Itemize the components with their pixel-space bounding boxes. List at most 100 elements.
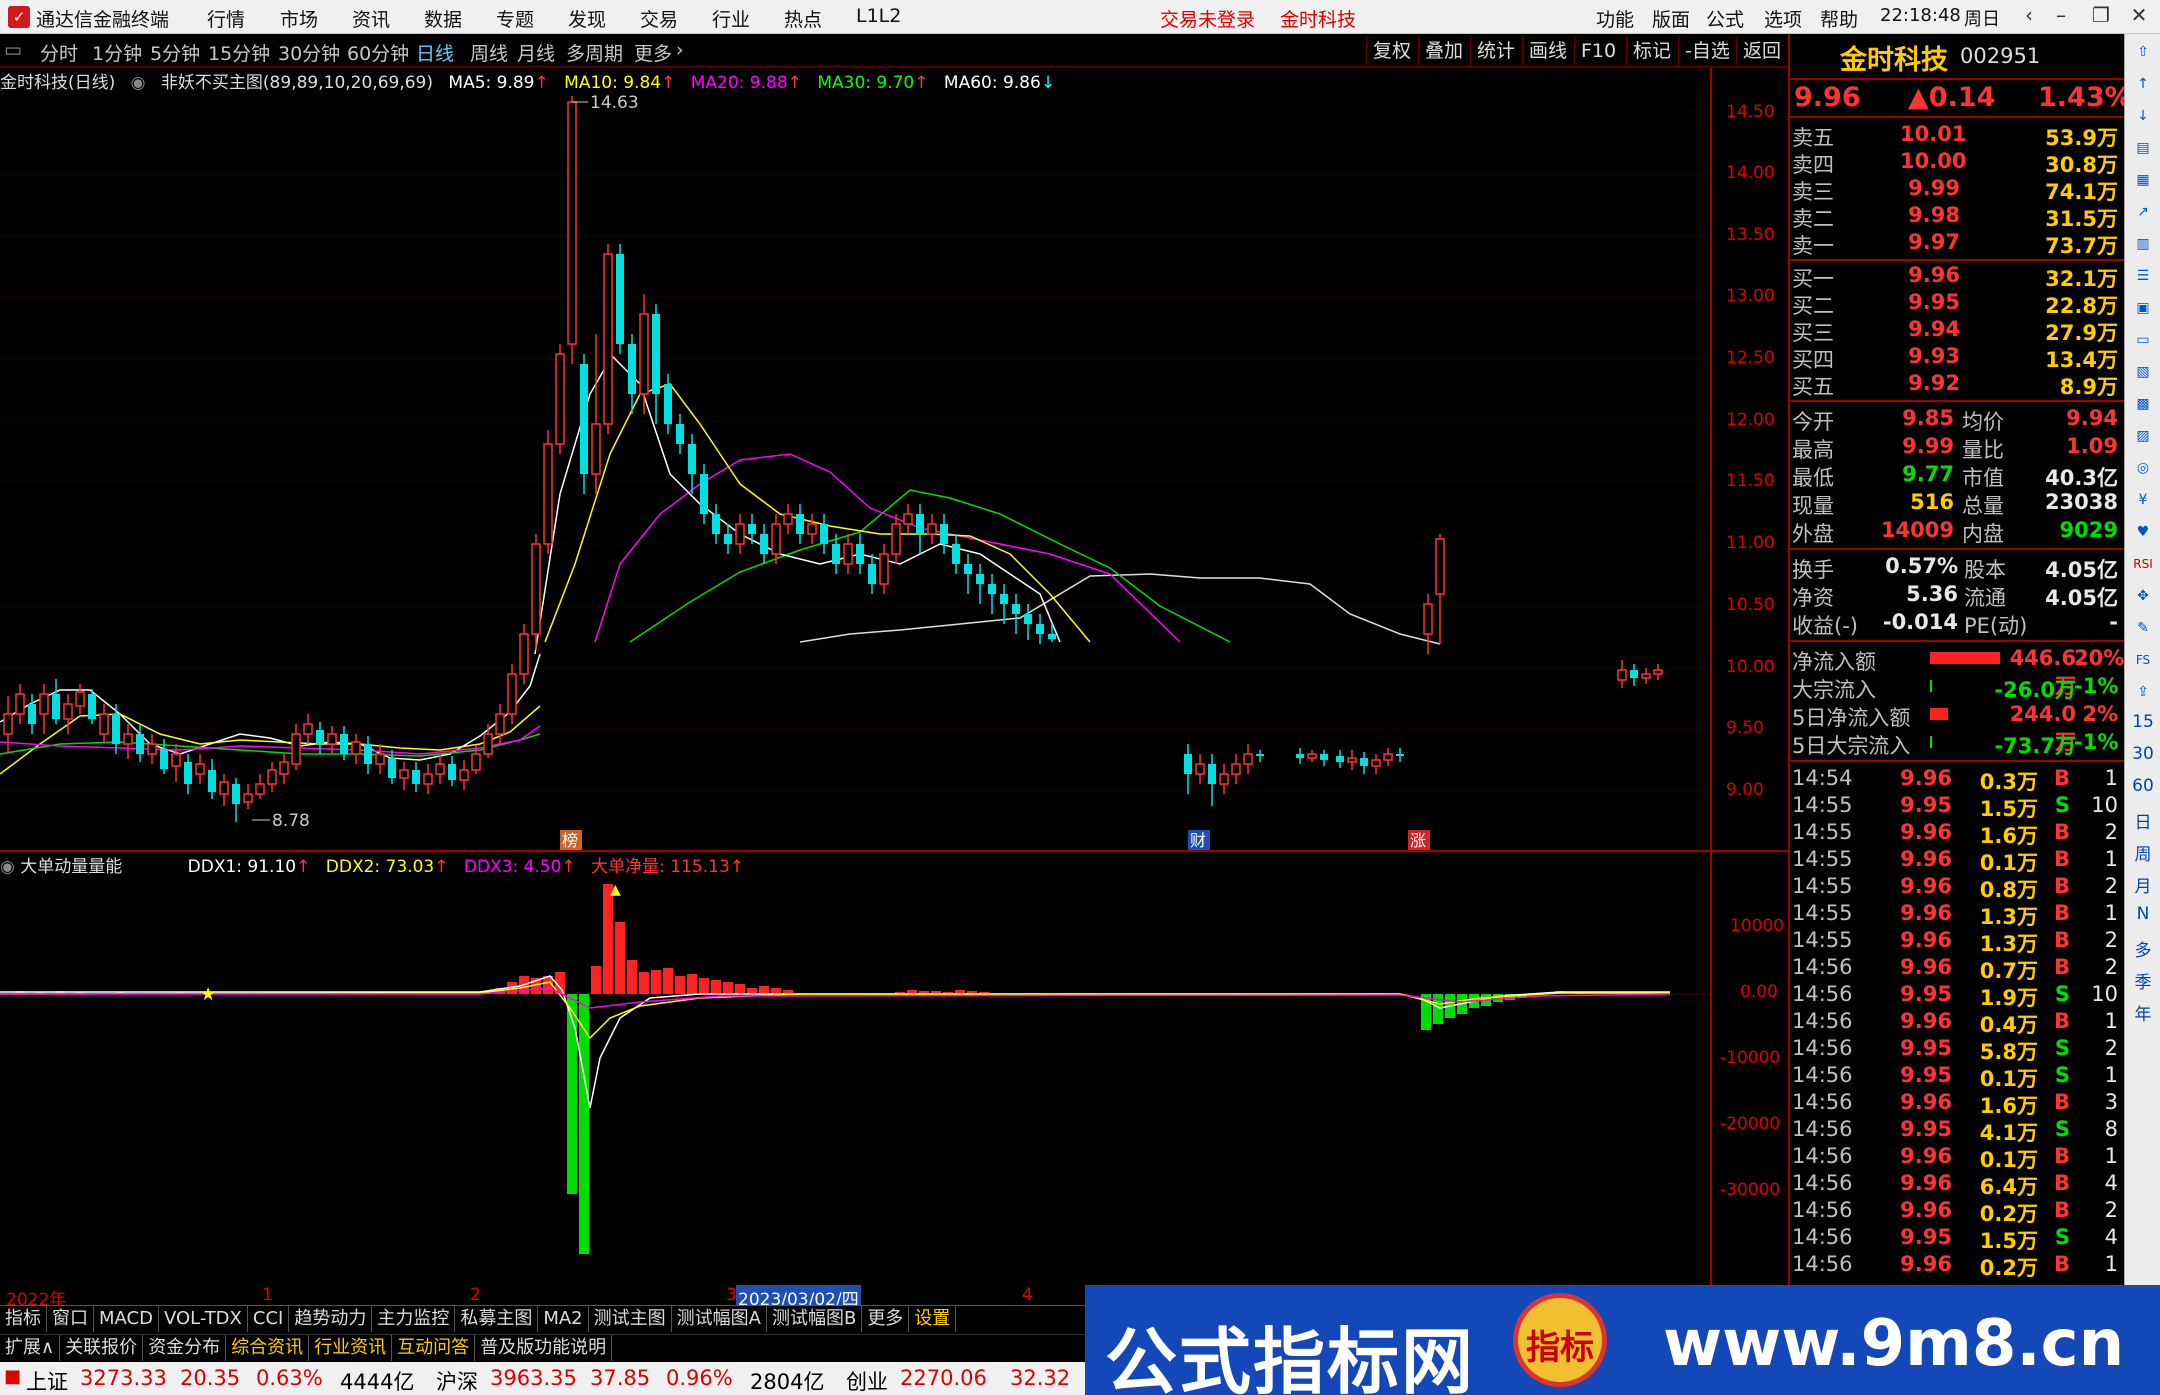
overlay-button[interactable]: 叠加 bbox=[1418, 37, 1469, 65]
period-shortcut-4[interactable]: 60 bbox=[2131, 776, 2155, 804]
period-shortcut-7[interactable]: 月 bbox=[2131, 872, 2155, 900]
tick-row[interactable]: 14:55 9.96 1.3万 B 2 bbox=[1792, 928, 2122, 956]
chevron-right-icon[interactable]: › bbox=[676, 39, 684, 61]
menu-layout[interactable]: 版面 bbox=[1652, 5, 1690, 32]
legend-dropdown-icon[interactable]: ◉ bbox=[131, 73, 146, 93]
tab-related-quotes[interactable]: 关联报价 bbox=[60, 1335, 144, 1361]
tab-industry-news[interactable]: 行业资讯 bbox=[309, 1335, 393, 1361]
ask-row[interactable]: 卖三 9.99 74.1万 bbox=[1792, 176, 2122, 204]
tab-test-sub-a[interactable]: 测试幅图A bbox=[672, 1306, 767, 1332]
arrow-down-icon[interactable]: ↓ bbox=[2131, 104, 2155, 128]
tab-edition-info[interactable]: 普及版功能说明 bbox=[475, 1335, 613, 1361]
move-icon[interactable]: ✥ bbox=[2131, 584, 2155, 608]
menu-industry[interactable]: 行业 bbox=[712, 5, 750, 32]
tab-trend-power[interactable]: 趋势动力 bbox=[289, 1306, 373, 1332]
tab-window[interactable]: 窗口 bbox=[47, 1306, 94, 1332]
bid-row[interactable]: 买五 9.92 8.9万 bbox=[1792, 371, 2122, 399]
tab-main-monitor[interactable]: 主力监控 bbox=[372, 1306, 456, 1332]
bid-row[interactable]: 买四 9.93 13.4万 bbox=[1792, 344, 2122, 372]
arrow-up-icon[interactable]: ↑ bbox=[2131, 72, 2155, 96]
fs-label[interactable]: FS bbox=[2131, 648, 2155, 672]
menu-topics[interactable]: 专题 bbox=[496, 5, 534, 32]
tab-1min[interactable]: 1分钟 bbox=[92, 39, 142, 66]
period-shortcut-9[interactable]: 多 bbox=[2131, 936, 2155, 964]
ask-row[interactable]: 卖四 10.00 30.8万 bbox=[1792, 149, 2122, 177]
period-shortcut-6[interactable]: 周 bbox=[2131, 840, 2155, 868]
menu-function[interactable]: 功能 bbox=[1596, 5, 1634, 32]
tab-qa[interactable]: 互动问答 bbox=[392, 1335, 476, 1361]
tab-settings[interactable]: 设置 bbox=[909, 1306, 957, 1332]
circle-icon[interactable]: ◎ bbox=[2131, 456, 2155, 480]
trade-login-status[interactable]: 交易未登录 bbox=[1160, 5, 1255, 32]
tab-more[interactable]: 更多 bbox=[862, 1306, 910, 1332]
tab-timeshare[interactable]: 分时 bbox=[40, 39, 78, 66]
period-shortcut-3[interactable]: 30 bbox=[2131, 744, 2155, 772]
tick-row[interactable]: 14:56 9.96 6.4万 B 4 bbox=[1792, 1171, 2122, 1199]
tab-cci[interactable]: CCI bbox=[248, 1306, 290, 1332]
menu-trade[interactable]: 交易 bbox=[640, 5, 678, 32]
tab-expand[interactable]: 扩展∧ bbox=[0, 1335, 61, 1361]
scroll-up-icon[interactable]: ⇧ bbox=[2131, 40, 2155, 64]
stats-button[interactable]: 统计 bbox=[1470, 37, 1521, 65]
panel-toggle-icon[interactable]: ▭ bbox=[4, 39, 22, 61]
menu-help[interactable]: 帮助 bbox=[1820, 5, 1858, 32]
ask-row[interactable]: 卖五 10.01 53.9万 bbox=[1792, 122, 2122, 150]
tick-row[interactable]: 14:55 9.96 0.8万 B 2 bbox=[1792, 874, 2122, 902]
mark-button[interactable]: 标记 bbox=[1626, 37, 1677, 65]
ask-row[interactable]: 卖二 9.98 31.5万 bbox=[1792, 203, 2122, 231]
back-nav-icon[interactable]: ‹ bbox=[2014, 3, 2044, 31]
menu-data[interactable]: 数据 bbox=[424, 5, 462, 32]
restore-icon[interactable]: ❐ bbox=[2086, 3, 2116, 31]
status-icon[interactable]: ■ bbox=[4, 1366, 21, 1387]
tab-test-main[interactable]: 测试主图 bbox=[589, 1306, 672, 1332]
menu-market[interactable]: 市场 bbox=[280, 5, 318, 32]
tab-5min[interactable]: 5分钟 bbox=[150, 39, 200, 66]
menu-discover[interactable]: 发现 bbox=[568, 5, 606, 32]
list-icon[interactable]: ☰ bbox=[2131, 264, 2155, 288]
menu-hot[interactable]: 热点 bbox=[784, 5, 822, 32]
menu-formula[interactable]: 公式 bbox=[1706, 5, 1744, 32]
tick-row[interactable]: 14:56 9.96 0.2万 B 2 bbox=[1792, 1198, 2122, 1226]
indicator-label[interactable]: 非妖不买主图(89,89,10,20,69,69) bbox=[161, 73, 433, 93]
menu-l1l2[interactable]: L1L2 bbox=[856, 5, 901, 27]
tick-row[interactable]: 14:56 9.96 0.7万 B 2 bbox=[1792, 955, 2122, 983]
menu-options[interactable]: 选项 bbox=[1764, 5, 1802, 32]
tab-multi-period[interactable]: 多周期 bbox=[566, 39, 623, 66]
f10-button[interactable]: F10 bbox=[1574, 37, 1622, 65]
tick-row[interactable]: 14:56 9.96 1.6万 B 3 bbox=[1792, 1090, 2122, 1118]
share-icon[interactable]: ⇪ bbox=[2131, 680, 2155, 704]
tab-fund-distribution[interactable]: 资金分布 bbox=[143, 1335, 227, 1361]
bid-row[interactable]: 买二 9.95 22.8万 bbox=[1792, 290, 2122, 318]
sh-index-name[interactable]: 上证 bbox=[26, 1366, 68, 1395]
tab-test-sub-b[interactable]: 测试幅图B bbox=[767, 1306, 863, 1332]
tick-row[interactable]: 14:54 9.96 0.3万 B 1 bbox=[1792, 766, 2122, 794]
fin-icon[interactable]: ▣ bbox=[2131, 296, 2155, 320]
cy-index-name[interactable]: 创业 bbox=[846, 1366, 888, 1395]
period-shortcut-2[interactable]: 15 bbox=[2131, 712, 2155, 740]
minimize-icon[interactable]: – bbox=[2046, 3, 2076, 31]
tab-ma2[interactable]: MA2 bbox=[538, 1306, 589, 1332]
bid-row[interactable]: 买一 9.96 32.1万 bbox=[1792, 263, 2122, 291]
ask-row[interactable]: 卖一 9.97 73.7万 bbox=[1792, 230, 2122, 258]
table-icon[interactable]: ▦ bbox=[2131, 168, 2155, 192]
chart-icon[interactable]: ▤ bbox=[2131, 136, 2155, 160]
tab-private-main[interactable]: 私募主图 bbox=[455, 1306, 539, 1332]
draw-button[interactable]: 画线 bbox=[1522, 37, 1573, 65]
calendar-icon[interactable]: ▩ bbox=[2131, 392, 2155, 416]
tab-indicator[interactable]: 指标 bbox=[0, 1306, 47, 1332]
adjust-button[interactable]: 复权 bbox=[1366, 37, 1417, 65]
tick-row[interactable]: 14:56 9.95 4.1万 S 8 bbox=[1792, 1117, 2122, 1145]
file-icon[interactable]: ▭ bbox=[2131, 328, 2155, 352]
tab-15min[interactable]: 15分钟 bbox=[208, 39, 270, 66]
period-shortcut-11[interactable]: 年 bbox=[2131, 1000, 2155, 1028]
tick-row[interactable]: 14:56 9.96 0.1万 B 1 bbox=[1792, 1144, 2122, 1172]
trend-icon[interactable]: ↗ bbox=[2131, 200, 2155, 224]
tick-row[interactable]: 14:55 9.96 0.1万 B 1 bbox=[1792, 847, 2122, 875]
tab-general-news[interactable]: 综合资讯 bbox=[226, 1335, 310, 1361]
menu-quotes[interactable]: 行情 bbox=[207, 5, 245, 32]
tab-vol-tdx[interactable]: VOL-TDX bbox=[159, 1306, 248, 1332]
tick-row[interactable]: 14:55 9.96 1.3万 B 1 bbox=[1792, 901, 2122, 929]
tab-daily[interactable]: 日线 bbox=[416, 39, 454, 66]
watchlist-button[interactable]: -自选 bbox=[1678, 37, 1736, 65]
heart-icon[interactable]: ♥ bbox=[2131, 520, 2155, 544]
